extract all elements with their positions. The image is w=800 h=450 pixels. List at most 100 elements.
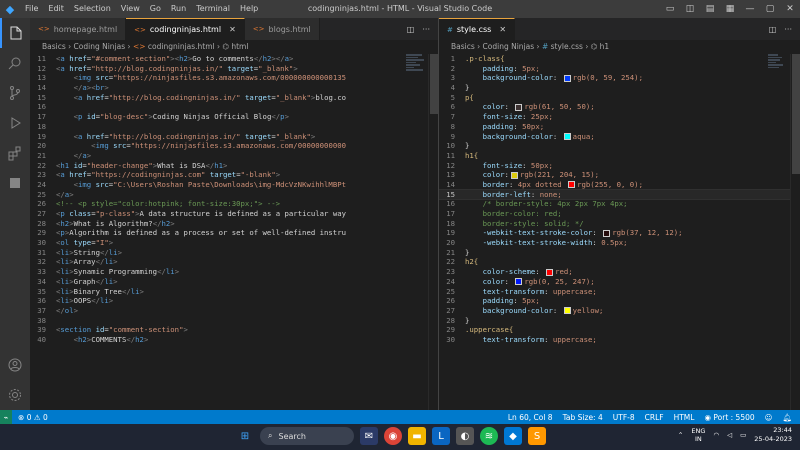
code-line[interactable]: 15 border-left: none;: [439, 188, 800, 201]
menu-run[interactable]: Run: [166, 0, 191, 18]
feedback-icon[interactable]: ☺: [765, 413, 773, 422]
code-line[interactable]: 37 </ol>: [30, 306, 438, 316]
line-ending[interactable]: CRLF: [645, 413, 664, 422]
code-line[interactable]: 13 color: rgb(221, 204, 15);: [439, 170, 800, 180]
maximize-button[interactable]: ▢: [760, 0, 780, 18]
chrome-icon[interactable]: ◉: [384, 427, 402, 445]
minimize-button[interactable]: —: [740, 0, 760, 18]
code-line[interactable]: 24 <img src="C:\Users\Roshan Paste\Downl…: [30, 180, 438, 190]
code-line[interactable]: 13 <img src="https://ninjasfiles.s3.amaz…: [30, 73, 438, 83]
code-line[interactable]: 31 <li>String</li>: [30, 248, 438, 258]
tray-overflow-icon[interactable]: ⌃: [678, 431, 683, 439]
problems-indicator[interactable]: ⊗ 0 ⚠ 0: [18, 413, 48, 422]
code-line[interactable]: 29 .uppercase{: [439, 325, 800, 335]
close-button[interactable]: ✕: [780, 0, 800, 18]
code-line[interactable]: 40 <h2>COMMENTS</h2>: [30, 335, 438, 345]
linkedin-icon[interactable]: L: [432, 427, 450, 445]
code-line[interactable]: 7 font-size: 25px;: [439, 112, 800, 122]
encoding[interactable]: UTF-8: [613, 413, 635, 422]
code-line[interactable]: 11 h1{: [439, 151, 800, 161]
app-icon[interactable]: ◐: [456, 427, 474, 445]
breadcrumb-item[interactable]: Coding Ninjas: [74, 42, 126, 51]
code-line[interactable]: 2 padding: 5px;: [439, 64, 800, 74]
color-swatch[interactable]: [563, 307, 571, 315]
minimap[interactable]: [768, 54, 788, 154]
battery-icon[interactable]: ▭: [740, 431, 746, 439]
code-line[interactable]: 25 text-transform: uppercase;: [439, 287, 800, 297]
html-code-area[interactable]: 11 <a href="#comment-section"><h2>Go to c…: [30, 54, 438, 345]
color-swatch[interactable]: [510, 171, 518, 179]
menu-file[interactable]: File: [20, 0, 43, 18]
split-editor-icon[interactable]: ◫: [407, 25, 415, 34]
code-line[interactable]: 12 <a href="http://blog.codingninjas.in/"…: [30, 64, 438, 74]
vertical-scrollbar[interactable]: [790, 54, 800, 410]
remote-indicator-icon[interactable]: ⌁: [0, 410, 12, 424]
layout-customize-icon[interactable]: ▦: [720, 0, 740, 18]
live-server-port[interactable]: ◉ Port : 5500: [704, 413, 754, 422]
clock[interactable]: 23:44 25-04-2023: [754, 426, 792, 444]
color-swatch[interactable]: [515, 103, 523, 111]
code-line[interactable]: 26 padding: 5px;: [439, 296, 800, 306]
split-editor-icon[interactable]: ◫: [769, 25, 777, 34]
color-swatch[interactable]: [563, 133, 571, 140]
code-line[interactable]: 19 -webkit-text-stroke-color: rgb(37, 12…: [439, 228, 800, 238]
code-line[interactable]: 18 border-style: solid; */: [439, 219, 800, 229]
color-swatch[interactable]: [515, 278, 523, 286]
breadcrumb-item[interactable]: html: [231, 42, 248, 51]
layout-toggle-icon[interactable]: ▭: [660, 0, 680, 18]
tab-size[interactable]: Tab Size: 4: [563, 413, 603, 422]
code-line[interactable]: 33 <li>Synamic Programming</li>: [30, 267, 438, 277]
code-line[interactable]: 23 color-scheme: red;: [439, 267, 800, 277]
wifi-icon[interactable]: ◠: [713, 431, 719, 439]
layout-panel-icon[interactable]: ▤: [700, 0, 720, 18]
code-line[interactable]: 11 <a href="#comment-section"><h2>Go to c…: [30, 54, 438, 64]
code-line[interactable]: 10}: [439, 141, 800, 151]
breadcrumb-item[interactable]: h1: [600, 42, 610, 51]
code-line[interactable]: 35 <li>Binary Tree</li>: [30, 287, 438, 297]
minimap[interactable]: [406, 54, 426, 154]
taskbar-search[interactable]: ⌕ Search: [260, 427, 354, 445]
color-swatch[interactable]: [603, 229, 611, 237]
code-line[interactable]: 12 font-size: 50px;: [439, 161, 800, 171]
code-line[interactable]: 28 <h2>What is Algorithm?</h2>: [30, 219, 438, 229]
code-line[interactable]: 16 /* border-style: 4px 2px 7px 4px;: [439, 199, 800, 209]
code-line[interactable]: 29 <p>Algorithm is defined as a process o…: [30, 228, 438, 238]
menu-view[interactable]: View: [116, 0, 145, 18]
code-line[interactable]: 21 </a>: [30, 151, 438, 161]
code-line[interactable]: 20 -webkit-text-stroke-width: 0.5px;: [439, 238, 800, 248]
code-line[interactable]: 24 color: rgb(0, 25, 247);: [439, 277, 800, 287]
language-indicator[interactable]: ENG IN: [691, 427, 705, 443]
volume-icon[interactable]: ◁: [727, 431, 732, 439]
search-icon[interactable]: [0, 48, 30, 78]
code-line[interactable]: 21}: [439, 248, 800, 258]
code-line[interactable]: 9 background-color: aqua;: [439, 132, 800, 142]
code-line[interactable]: 5 p{: [439, 93, 800, 103]
file-explorer-icon[interactable]: ▬: [408, 427, 426, 445]
code-line[interactable]: 4}: [439, 83, 800, 93]
mail-app-icon[interactable]: ✉: [360, 427, 378, 445]
more-actions-icon[interactable]: ···: [784, 25, 792, 34]
code-line[interactable]: 30 <ol type="I">: [30, 238, 438, 248]
code-line[interactable]: 17 border-color: red;: [439, 209, 800, 219]
menu-edit[interactable]: Edit: [43, 0, 69, 18]
code-line[interactable]: 6 color: rgb(61, 50, 50);: [439, 102, 800, 112]
language-mode[interactable]: HTML: [674, 413, 695, 422]
code-line[interactable]: 23 <a href="https://codingninjas.com" tar…: [30, 170, 438, 180]
windows-start-icon[interactable]: ⊞: [236, 427, 254, 445]
breadcrumb-item[interactable]: Basics: [42, 42, 66, 51]
scrollbar-thumb[interactable]: [430, 54, 438, 114]
code-line[interactable]: 8 padding: 50px;: [439, 122, 800, 132]
breadcrumb-item[interactable]: codingninjas.html: [148, 42, 215, 51]
scrollbar-thumb[interactable]: [792, 54, 800, 174]
code-line[interactable]: 27 background-color: yellow;: [439, 306, 800, 316]
code-line[interactable]: 17 <p id="blog-desc">Coding Ninjas Offic…: [30, 112, 438, 122]
code-line[interactable]: 25 </a>: [30, 190, 438, 200]
extensions-icon[interactable]: [0, 138, 30, 168]
tab-homepage[interactable]: <> homepage.html: [30, 18, 127, 40]
run-debug-icon[interactable]: [0, 108, 30, 138]
vscode-taskbar-icon[interactable]: ◆: [504, 427, 522, 445]
accounts-icon[interactable]: [0, 350, 30, 380]
menu-selection[interactable]: Selection: [69, 0, 116, 18]
close-icon[interactable]: ✕: [229, 25, 236, 34]
menu-go[interactable]: Go: [145, 0, 166, 18]
